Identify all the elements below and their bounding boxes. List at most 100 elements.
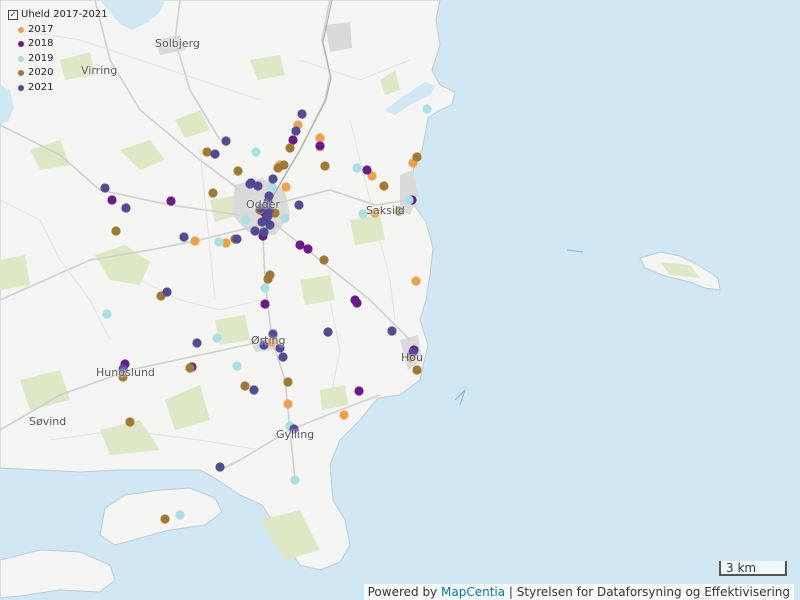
accident-point-2019[interactable] [352,163,362,173]
accident-point-2017[interactable] [339,410,349,420]
map-canvas[interactable] [0,0,800,600]
accident-point-2021[interactable] [268,174,278,184]
legend-swatch-2019 [18,55,24,62]
accident-point-2018[interactable] [354,386,364,396]
legend-label-2018: 2018 [28,38,54,49]
legend-label-2020: 2020 [28,67,54,78]
accident-point-2018[interactable] [315,141,325,151]
accident-point-2019[interactable] [102,309,112,319]
accident-point-2021[interactable] [259,227,269,237]
accident-point-2019[interactable] [241,215,251,225]
accident-point-2019[interactable] [280,213,290,223]
scale-bar: 3 km [719,561,787,576]
accident-point-2018[interactable] [107,195,117,205]
accident-point-2020[interactable] [240,381,250,391]
map-legend: ✓ Uheld 2017-2021 2017 2018 2019 2020 20… [8,8,108,95]
accident-point-2021[interactable] [294,200,304,210]
accident-point-2021[interactable] [387,326,397,336]
accident-point-2021[interactable] [210,149,220,159]
legend-item-2020: 2020 [8,66,108,81]
accident-point-2019[interactable] [422,104,432,114]
legend-layer-checkbox[interactable]: ✓ [8,10,18,21]
legend-item-2021: 2021 [8,81,108,96]
accident-point-2021[interactable] [297,109,307,119]
accident-point-2020[interactable] [111,226,121,236]
accident-point-2019[interactable] [290,475,300,485]
attribution-prefix: Powered by [367,585,438,599]
accident-point-2018[interactable] [166,196,176,206]
accident-point-2021[interactable] [323,327,333,337]
accident-point-2018[interactable] [352,298,362,308]
attribution-link-mapcentia[interactable]: MapCentia [441,585,505,599]
accident-point-2019[interactable] [404,195,414,205]
legend-title: Uheld 2017-2021 [21,9,108,20]
accident-point-2017[interactable] [190,236,200,246]
accident-point-2021[interactable] [100,183,110,193]
accident-point-2021[interactable] [215,462,225,472]
accident-point-2021[interactable] [232,234,242,244]
accident-point-2020[interactable] [208,188,218,198]
accident-point-2017[interactable] [283,399,293,409]
accident-point-2020[interactable] [412,365,422,375]
accident-point-2020[interactable] [185,363,195,373]
accident-point-2019[interactable] [251,147,261,157]
legend-label-2021: 2021 [28,81,54,93]
accident-point-2021[interactable] [245,179,255,189]
accident-point-2020[interactable] [125,417,135,427]
accident-point-2017[interactable] [411,276,421,286]
accident-point-2021[interactable] [265,220,275,230]
accident-point-2019[interactable] [212,333,222,343]
accident-point-2018[interactable] [260,299,270,309]
legend-swatch-2021 [18,84,24,91]
accident-point-2021[interactable] [278,352,288,362]
legend-swatch-2018 [18,41,24,48]
place-label-saksild: Saksild [366,204,405,217]
accident-point-2020[interactable] [320,161,330,171]
accident-point-2021[interactable] [253,181,263,191]
accident-point-2021[interactable] [250,226,260,236]
accident-point-2018[interactable] [362,165,372,175]
legend-item-2018: 2018 [8,37,108,52]
accident-point-2021[interactable] [192,338,202,348]
accident-point-2021[interactable] [221,136,231,146]
accident-point-2021[interactable] [162,287,172,297]
accident-point-2018[interactable] [288,135,298,145]
accident-point-2021[interactable] [249,385,259,395]
accident-point-2021[interactable] [179,232,189,242]
legend-swatch-2020 [18,70,24,77]
accident-point-2020[interactable] [233,166,243,176]
place-label-solbjerg: Solbjerg [155,37,200,50]
accident-point-2019[interactable] [214,237,224,247]
place-label-sovind: Søvind [29,415,67,428]
legend-swatch-2017 [18,26,24,33]
place-label-odder: Odder [246,198,280,211]
accident-point-2020[interactable] [283,377,293,387]
place-label-gylling: Gylling [276,428,315,441]
legend-item-2017: 2017 [8,23,108,38]
accident-point-2018[interactable] [295,240,305,250]
accident-point-2019[interactable] [260,283,270,293]
accident-point-2019[interactable] [232,361,242,371]
accident-point-2020[interactable] [379,181,389,191]
accident-point-2020[interactable] [265,270,275,280]
place-label-hou: Hou [401,351,423,364]
legend-label-2017: 2017 [28,23,54,35]
accident-point-2018[interactable] [303,244,313,254]
place-label-hundslund: Hundslund [96,366,155,379]
map-attribution: Powered by MapCentia | Styrelsen for Dat… [363,584,794,600]
accident-point-2017[interactable] [281,182,291,192]
accident-point-2020[interactable] [285,143,295,153]
accident-point-2019[interactable] [267,182,277,192]
accident-point-2020[interactable] [412,152,422,162]
accident-point-2020[interactable] [319,255,329,265]
accident-point-2020[interactable] [202,147,212,157]
legend-label-2019: 2019 [28,52,54,64]
accident-point-2020[interactable] [160,514,170,524]
legend-item-2019: 2019 [8,52,108,67]
accident-point-2017[interactable] [315,133,325,143]
accident-point-2019[interactable] [175,510,185,520]
accident-point-2021[interactable] [121,203,131,213]
accident-point-2021[interactable] [291,126,301,136]
accident-point-2021[interactable] [257,217,267,227]
accident-point-2020[interactable] [279,160,289,170]
